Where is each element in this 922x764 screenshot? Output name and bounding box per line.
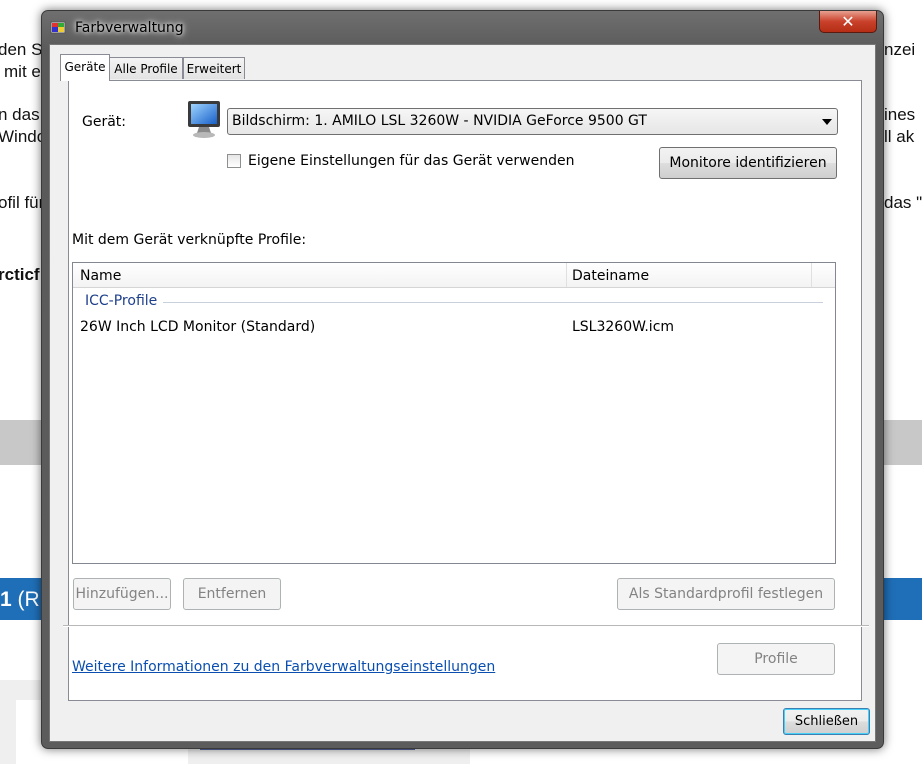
column-divider[interactable]: [811, 263, 812, 287]
close-button[interactable]: Schließen: [783, 708, 870, 735]
color-management-window: Farbverwaltung ✕ Geräte Alle Profile Erw…: [41, 10, 884, 749]
bg-text-line: Windo: [0, 127, 47, 146]
bg-text-line: ofil für: [0, 193, 45, 212]
column-header-name[interactable]: Name: [80, 268, 121, 284]
set-default-profile-button[interactable]: Als Standardprofil festlegen: [617, 578, 835, 610]
bg-text-line: den S: [0, 40, 43, 59]
close-window-button[interactable]: ✕: [819, 11, 877, 33]
title-bar[interactable]: Farbverwaltung ✕: [42, 11, 883, 45]
own-settings-label[interactable]: Eigene Einstellungen für das Gerät verwe…: [248, 153, 574, 169]
tab-advanced[interactable]: Erweitert: [183, 57, 245, 79]
own-settings-checkbox[interactable]: [227, 154, 241, 168]
color-management-icon: [50, 21, 66, 34]
tab-all-profiles[interactable]: Alle Profile: [109, 57, 183, 79]
add-profile-button[interactable]: Hinzufügen...: [73, 578, 171, 610]
tab-panel-devices: Gerät: Bildschirm: 1. AMILO LSL 3260W - …: [63, 80, 869, 701]
bg-band-number: 1: [0, 588, 12, 611]
group-separator: [163, 302, 823, 303]
profile-name-cell[interactable]: 26W Inch LCD Monitor (Standard): [80, 319, 315, 335]
profiles-list[interactable]: Name Dateiname ICC-Profile 26W Inch LCD …: [72, 262, 836, 564]
dialog-client-area: Geräte Alle Profile Erweitert Gerät: Bil…: [49, 44, 876, 742]
device-select-value: Bildschirm: 1. AMILO LSL 3260W - NVIDIA …: [232, 113, 647, 129]
remove-profile-button[interactable]: Entfernen: [183, 578, 281, 610]
separator-highlight: [63, 626, 869, 627]
chevron-down-icon[interactable]: [822, 119, 832, 125]
bg-band-paren: (R: [17, 588, 40, 611]
column-divider[interactable]: [566, 263, 567, 287]
window-title: Farbverwaltung: [75, 20, 184, 36]
device-select[interactable]: Bildschirm: 1. AMILO LSL 3260W - NVIDIA …: [227, 108, 838, 135]
bg-text-line: das ": [884, 193, 922, 212]
bg-band-heading: 1 (R: [0, 588, 40, 612]
profile-file-cell[interactable]: LSL3260W.icm: [572, 319, 674, 335]
device-label: Gerät:: [82, 114, 127, 130]
bg-text-line: ines: [884, 105, 916, 124]
linked-profiles-label: Mit dem Gerät verknüpfte Profile:: [72, 232, 307, 248]
bg-text-line: ll ak: [884, 127, 915, 146]
group-header-icc[interactable]: ICC-Profile: [85, 293, 157, 309]
more-info-link[interactable]: Weitere Informationen zu den Farbverwalt…: [72, 659, 495, 675]
identify-monitors-button[interactable]: Monitore identifizieren: [659, 147, 837, 179]
column-header-filename[interactable]: Dateiname: [572, 268, 649, 284]
bg-text-line: n das: [0, 105, 40, 124]
bg-text-line: nzei: [884, 40, 916, 59]
monitor-icon: [188, 101, 220, 138]
list-header: Name Dateiname: [73, 263, 835, 288]
bg-text-line: rcticf: [0, 265, 40, 284]
bg-text-line: mit e: [4, 62, 41, 81]
profiles-button[interactable]: Profile: [717, 643, 835, 675]
tab-devices[interactable]: Geräte: [60, 54, 110, 81]
